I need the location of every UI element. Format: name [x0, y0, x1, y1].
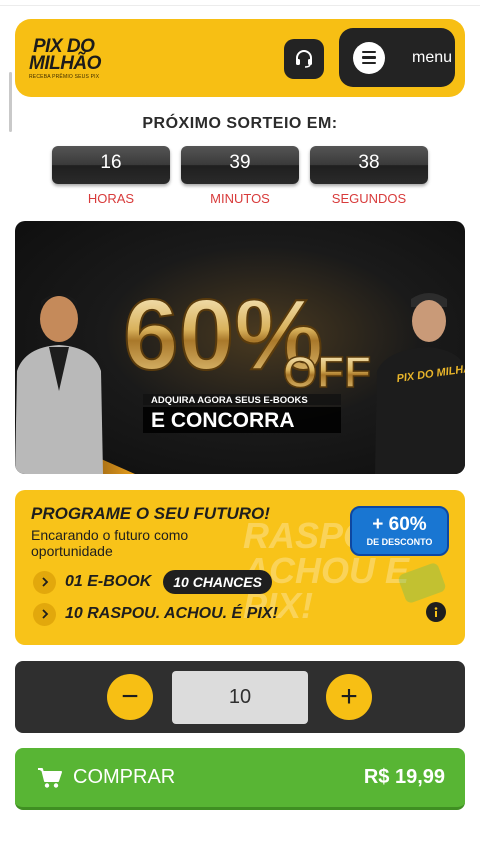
increase-quantity-button[interactable]: +	[326, 674, 372, 720]
presenter-left	[15, 294, 103, 474]
info-icon[interactable]	[426, 602, 446, 622]
menu-button[interactable]: menu	[339, 28, 455, 87]
banner-off: OFF	[283, 348, 371, 397]
presenter-right: PIX DO MILHÃO	[375, 293, 465, 474]
countdown-hours-label: HORAS	[87, 191, 135, 206]
quantity-input[interactable]	[172, 671, 308, 724]
buy-price: R$ 19,99	[363, 766, 445, 788]
hamburger-icon	[353, 41, 385, 74]
feature-raspou-text: 10 RASPOU. ACHOU. É PIX!	[65, 605, 278, 622]
headset-icon	[296, 50, 312, 68]
menu-label: menu	[412, 48, 453, 66]
site-logo[interactable]: PIX DO MILHÃO RECEBA PRÊMIO SEUS PIX	[29, 37, 119, 88]
site-header: PIX DO MILHÃO RECEBA PRÊMIO SEUS PIX men…	[15, 19, 465, 97]
promo-title: PROGRAME O SEU FUTURO!	[31, 504, 270, 523]
promo-card[interactable]: RASPOU ACHOU É PIX! PROGRAME O SEU FUTUR…	[15, 490, 465, 645]
countdown-minutes: 39	[181, 146, 299, 184]
promo-subtitle: Encarando o futuro como oportunidade	[31, 527, 189, 559]
discount-badge: + 60% DE DESCONTO	[350, 506, 449, 556]
chevron-right-icon	[33, 602, 56, 626]
banner-line2: E CONCORRA	[151, 409, 295, 432]
decrease-quantity-button[interactable]: −	[107, 674, 153, 720]
top-divider	[0, 5, 480, 6]
countdown-seconds: 38	[310, 146, 428, 184]
cart-icon	[38, 767, 62, 788]
countdown-hours: 16	[52, 146, 170, 184]
chevron-right-icon	[33, 570, 56, 594]
promo-banner[interactable]: PIX DO MILHÃO 60% OFF ADQUIRA AGORA SEUS…	[15, 221, 465, 474]
feature-ebook: 01 E-BOOK 10 CHANCES	[33, 570, 272, 594]
buy-button[interactable]: COMPRAR R$ 19,99	[15, 748, 465, 810]
logo-line-2: MILHÃO	[29, 53, 101, 74]
chances-badge: 10 CHANCES	[163, 570, 272, 594]
quantity-selector: − +	[15, 661, 465, 733]
discount-label: DE DESCONTO	[366, 537, 433, 547]
feature-raspou: 10 RASPOU. ACHOU. É PIX!	[33, 602, 278, 626]
countdown-seconds-label: SEGUNDOS	[331, 191, 407, 206]
countdown-minutes-label: MINUTOS	[210, 191, 270, 206]
countdown-title: PRÓXIMO SORTEIO EM:	[142, 115, 338, 132]
feature-ebook-text: 01 E-BOOK	[65, 573, 152, 590]
banner-line1: ADQUIRA AGORA SEUS E-BOOKS	[151, 395, 308, 406]
support-button[interactable]	[284, 39, 324, 79]
banner-artwork: PIX DO MILHÃO 60% OFF ADQUIRA AGORA SEUS…	[15, 278, 465, 474]
discount-percent: + 60%	[372, 514, 427, 535]
buy-label: COMPRAR	[73, 766, 176, 788]
logo-tagline: RECEBA PRÊMIO SEUS PIX	[29, 74, 100, 80]
